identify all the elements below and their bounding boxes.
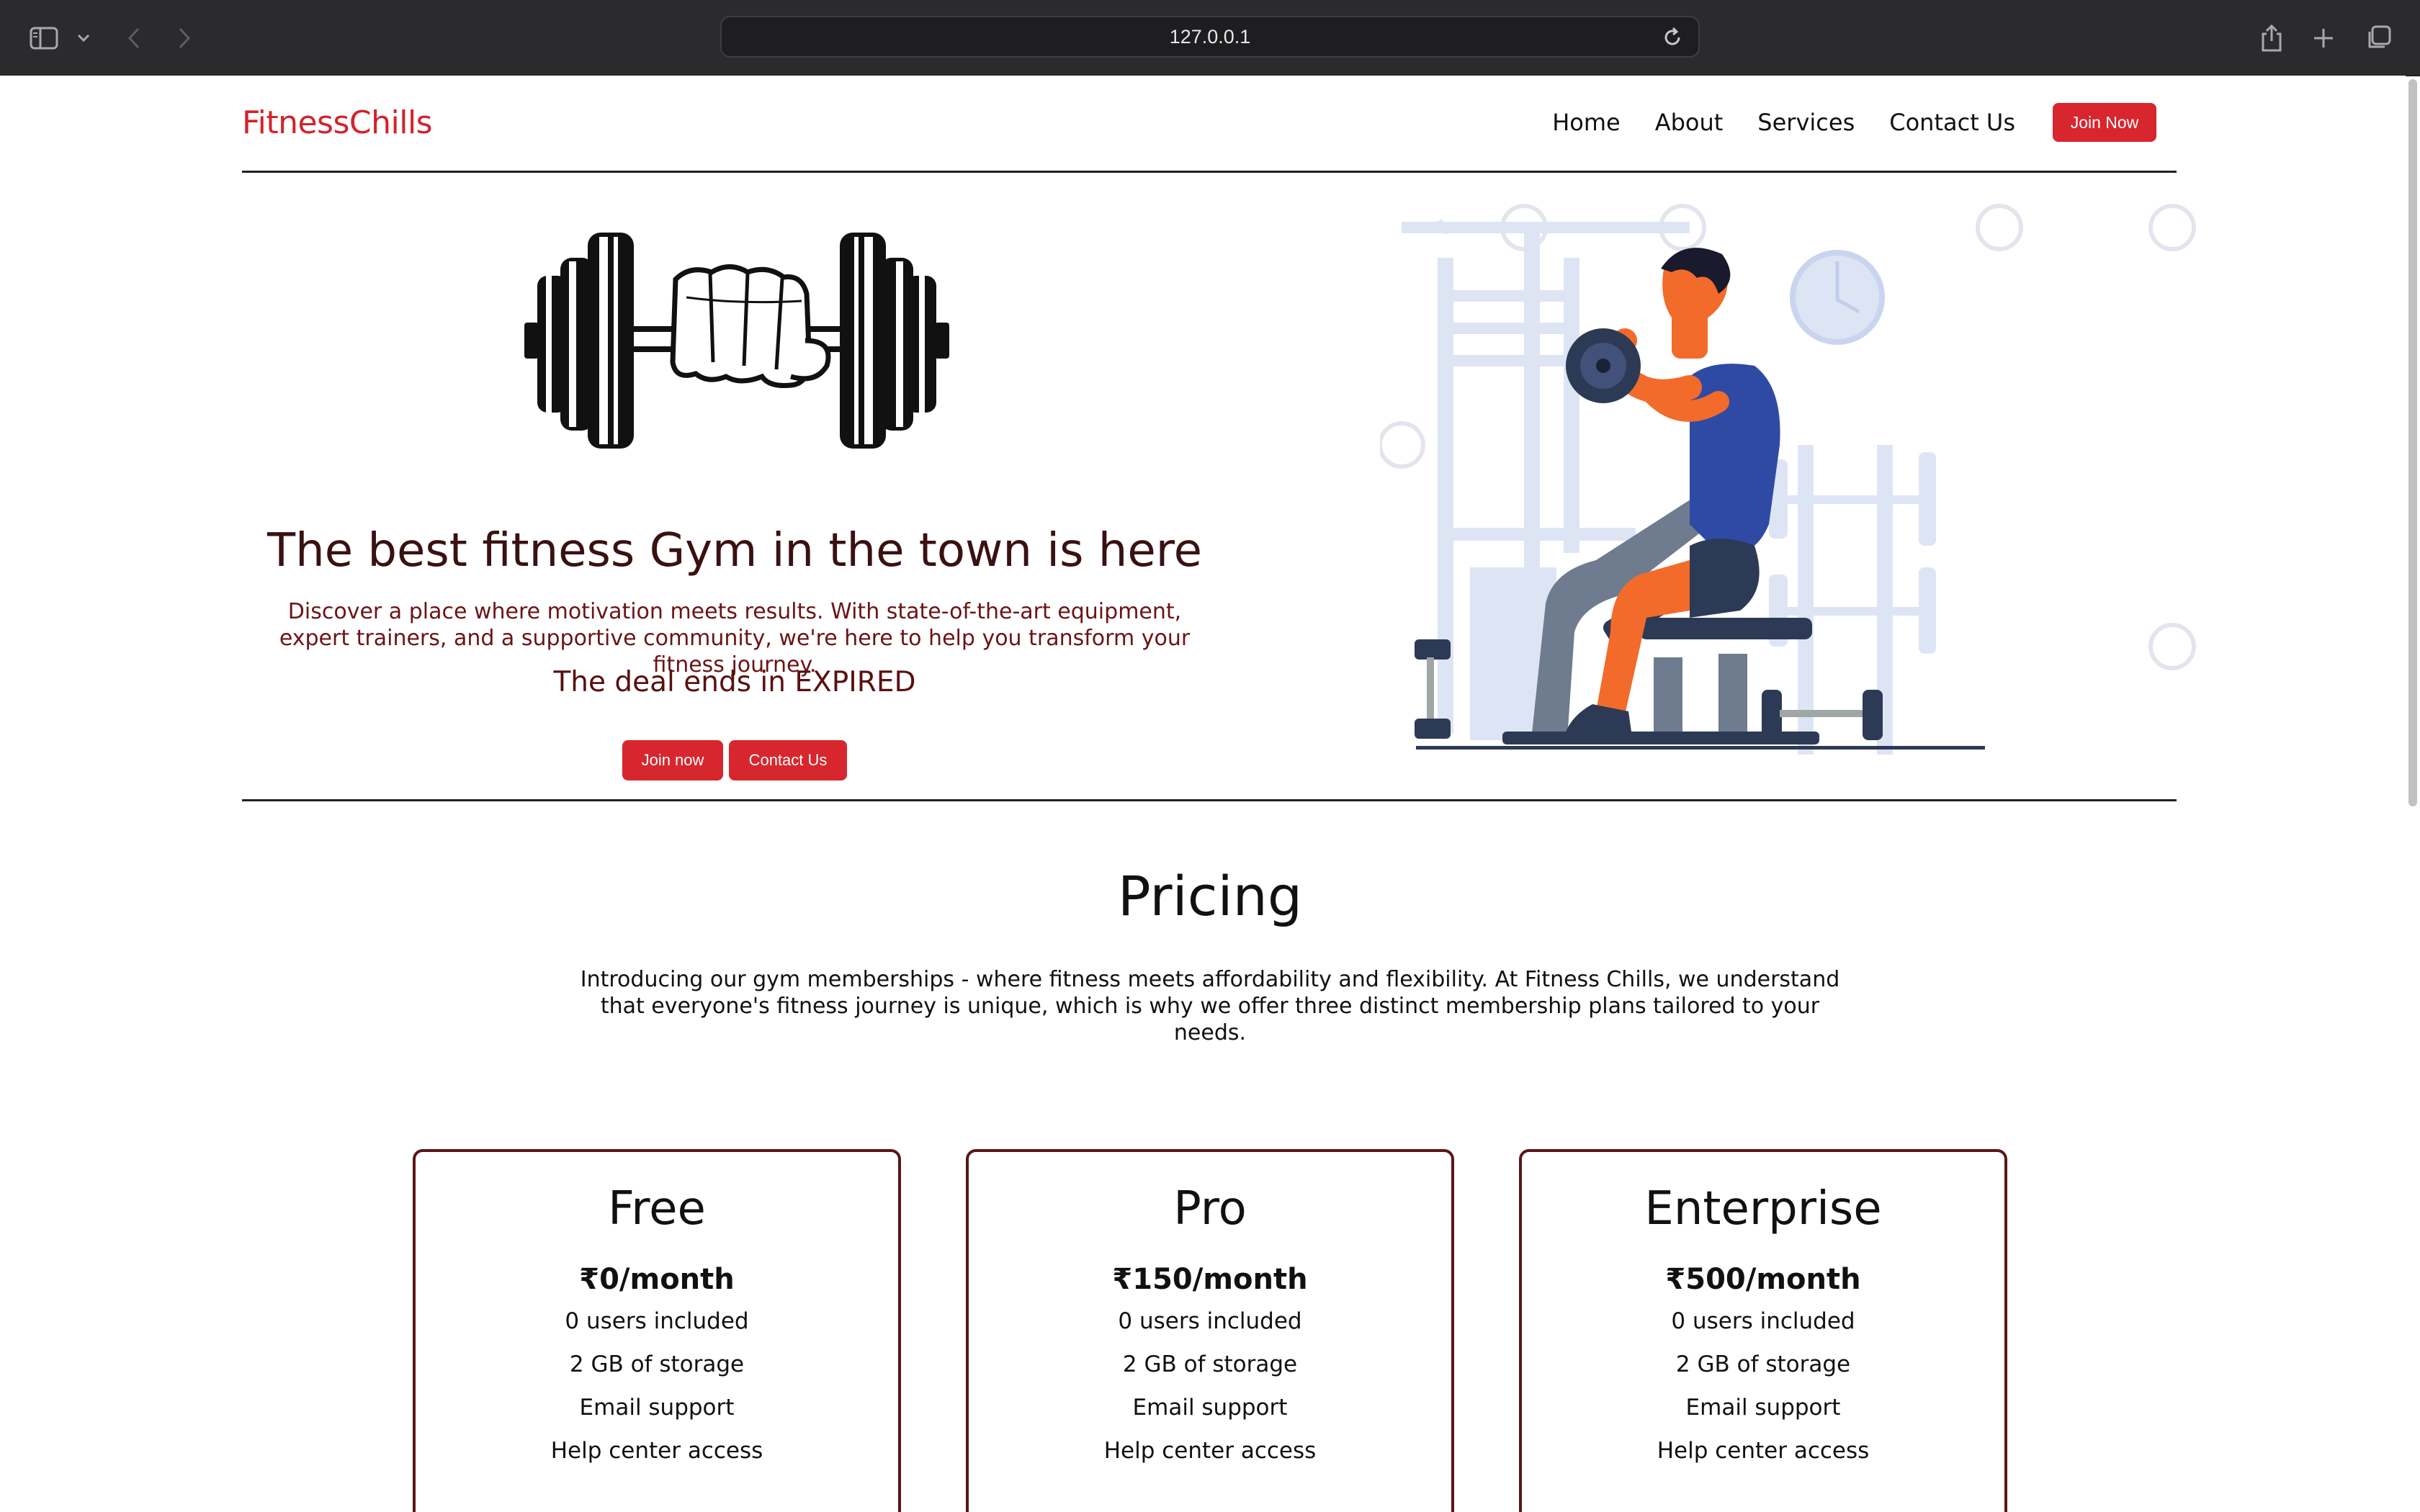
- address-bar[interactable]: 127.0.0.1: [720, 16, 1700, 58]
- nav-link-home[interactable]: Home: [1552, 109, 1621, 136]
- reload-icon[interactable]: [1661, 26, 1684, 54]
- navbar: FitnessChills Home About Services Contac…: [242, 76, 2177, 173]
- plan-name: Pro: [1173, 1182, 1247, 1236]
- plan-feature: 0 users included: [1671, 1308, 1855, 1334]
- url-text: 127.0.0.1: [1169, 25, 1251, 48]
- plan-feature: 2 GB of storage: [569, 1351, 745, 1377]
- brand-logo[interactable]: FitnessChills: [242, 104, 433, 141]
- join-now-nav-button[interactable]: Join Now: [2053, 103, 2156, 142]
- back-icon[interactable]: [120, 0, 148, 76]
- chevron-down-icon[interactable]: [71, 0, 97, 76]
- plan-card-enterprise: Enterprise ₹500/month 0 users included 2…: [1519, 1149, 2007, 1512]
- plan-feature: Email support: [1685, 1395, 1841, 1421]
- plan-feature: Help center access: [1657, 1438, 1870, 1464]
- plan-feature: 0 users included: [565, 1308, 749, 1334]
- plan-price: ₹500/month: [1665, 1263, 1861, 1296]
- forward-icon[interactable]: [170, 0, 199, 76]
- pricing-title: Pricing: [1117, 864, 1303, 928]
- plan-feature: Help center access: [1103, 1438, 1317, 1464]
- tab-overview-icon[interactable]: [2362, 0, 2394, 76]
- hero-content: The best fitness Gym in the town is here…: [242, 171, 1227, 799]
- join-now-button[interactable]: Join now: [622, 740, 723, 780]
- hero-buttons: Join now Contact Us: [622, 740, 853, 780]
- page-scrollbar[interactable]: [2408, 79, 2417, 806]
- sidebar-toggle-icon[interactable]: [26, 0, 62, 76]
- plan-name: Free: [608, 1182, 706, 1236]
- nav-link-services[interactable]: Services: [1757, 109, 1855, 136]
- share-icon[interactable]: [2257, 0, 2286, 76]
- hero-title: The best fitness Gym in the town is here: [267, 524, 1202, 577]
- browser-toolbar: 127.0.0.1: [0, 0, 2420, 76]
- plan-feature: 2 GB of storage: [1675, 1351, 1851, 1377]
- pricing-description: Introducing our gym memberships - where …: [580, 967, 1840, 1045]
- plan-feature: 0 users included: [1118, 1308, 1302, 1334]
- plan-card-free: Free ₹0/month 0 users included 2 GB of s…: [413, 1149, 901, 1512]
- contact-us-button[interactable]: Contact Us: [729, 740, 847, 780]
- plan-price: ₹0/month: [579, 1263, 735, 1296]
- new-tab-icon[interactable]: [2309, 0, 2338, 76]
- dumbbell-fist-icon: [524, 233, 949, 449]
- hero-section: The best fitness Gym in the town is here…: [242, 171, 2196, 801]
- nav-link-about[interactable]: About: [1655, 109, 1724, 136]
- plan-feature: Email support: [1132, 1395, 1288, 1421]
- deal-countdown: The deal ends in EXPIRED: [553, 666, 916, 698]
- page-viewport: FitnessChills Home About Services Contac…: [0, 76, 2406, 1512]
- gym-illustration: [1380, 204, 2196, 755]
- nav-link-contact[interactable]: Contact Us: [1889, 109, 2015, 136]
- plan-price: ₹150/month: [1112, 1263, 1308, 1296]
- plan-feature: 2 GB of storage: [1122, 1351, 1298, 1377]
- plan-feature: Email support: [579, 1395, 735, 1421]
- nav-menu: Home About Services Contact Us Join Now: [1518, 103, 2156, 142]
- plan-feature: Help center access: [550, 1438, 763, 1464]
- plan-card-pro: Pro ₹150/month 0 users included 2 GB of …: [966, 1149, 1454, 1512]
- plan-name: Enterprise: [1644, 1182, 1882, 1236]
